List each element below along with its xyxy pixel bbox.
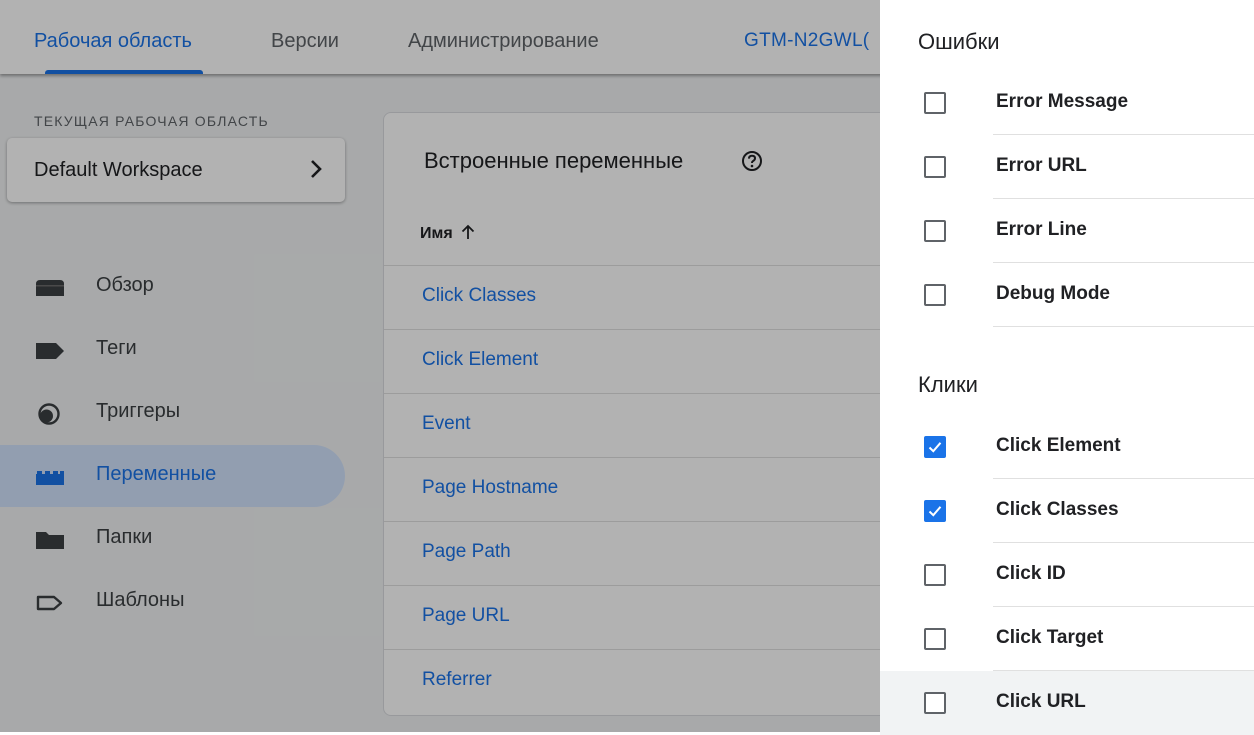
option-debug-mode[interactable]: Debug Mode: [880, 263, 1254, 327]
divider: [993, 326, 1254, 327]
option-label: Error Line: [996, 219, 1087, 240]
checkbox-checked[interactable]: [924, 436, 946, 458]
option-click-element[interactable]: Click Element: [880, 415, 1254, 479]
option-label: Error Message: [996, 91, 1129, 112]
option-label: Click URL: [996, 691, 1086, 712]
option-label: Error URL: [996, 155, 1087, 176]
checkbox[interactable]: [924, 628, 946, 650]
option-click-id[interactable]: Click ID: [880, 543, 1254, 607]
checkbox[interactable]: [924, 284, 946, 306]
configure-builtins-panel: Ошибки Error Message Error URL Error Lin…: [880, 0, 1254, 735]
option-label: Click Element: [996, 435, 1121, 456]
option-label: Click ID: [996, 563, 1066, 584]
option-label: Debug Mode: [996, 283, 1110, 304]
checkmark-icon: [928, 506, 942, 517]
checkbox[interactable]: [924, 564, 946, 586]
option-error-line[interactable]: Error Line: [880, 199, 1254, 263]
checkbox[interactable]: [924, 220, 946, 242]
checkbox[interactable]: [924, 92, 946, 114]
option-click-classes[interactable]: Click Classes: [880, 479, 1254, 543]
option-click-target[interactable]: Click Target: [880, 607, 1254, 671]
checkmark-icon: [928, 442, 942, 453]
option-label: Click Classes: [996, 499, 1119, 520]
checkbox-checked[interactable]: [924, 500, 946, 522]
checkbox[interactable]: [924, 692, 946, 714]
checkbox[interactable]: [924, 156, 946, 178]
option-click-url[interactable]: Click URL: [880, 671, 1254, 735]
section-title-errors: Ошибки: [918, 29, 1000, 54]
option-error-message[interactable]: Error Message: [880, 71, 1254, 135]
option-error-url[interactable]: Error URL: [880, 135, 1254, 199]
option-label: Click Target: [996, 627, 1104, 648]
section-title-clicks: Клики: [918, 372, 978, 397]
